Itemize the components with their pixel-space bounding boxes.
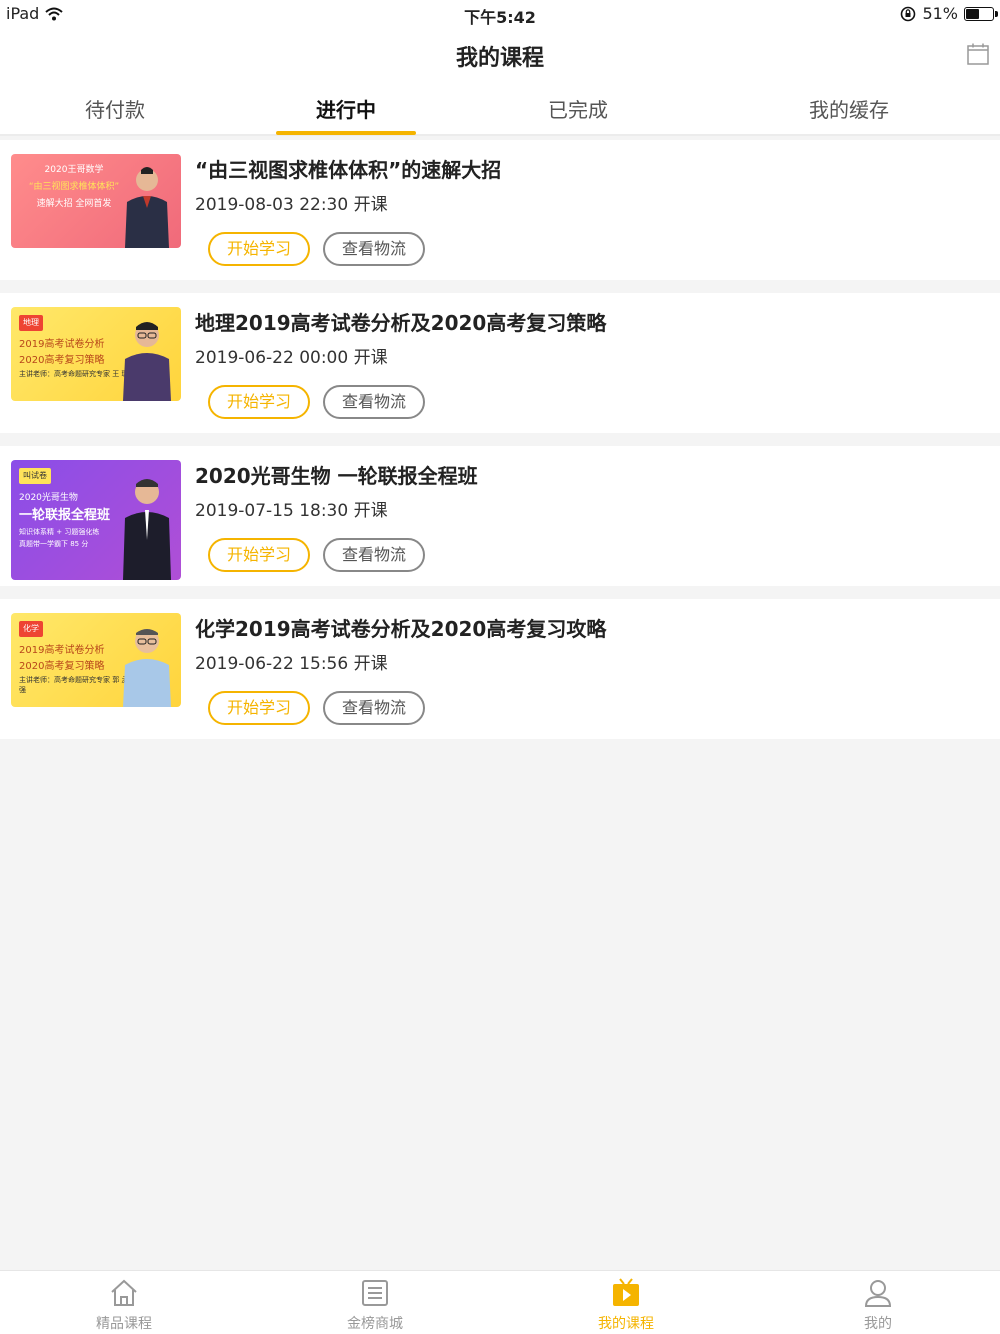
course-card[interactable]: 叫试卷 2020光哥生物 一轮联报全程班 知识体系精 + 习题强化练 真题带一学… — [0, 446, 1000, 586]
orientation-lock-icon — [901, 6, 916, 21]
bottom-tab-label: 金榜商城 — [347, 1316, 403, 1332]
active-tab-indicator — [276, 131, 416, 135]
bottom-tab-label: 精品课程 — [96, 1316, 152, 1332]
thumbnail-text: 叫试卷 2020光哥生物 一轮联报全程班 知识体系精 + 习题强化练 真题带一学… — [19, 468, 129, 550]
course-card[interactable]: 2020王哥数学 “由三视图求椎体体积” 速解大招 全网首发 “由三视图求椎体体… — [0, 140, 1000, 280]
brand-badge: 叫试卷 — [19, 468, 51, 484]
course-thumbnail[interactable]: 地理 2019高考试卷分析 2020高考复习策略 主讲老师：高考命题研究专家 王… — [11, 307, 181, 401]
thumbnail-line: 2019高考试卷分析 — [19, 645, 105, 656]
page-title: 我的课程 — [455, 46, 544, 71]
course-title[interactable]: “由三视图求椎体体积”的速解大招 — [195, 154, 501, 183]
subject-badge: 地理 — [19, 315, 43, 331]
course-title[interactable]: 化学2019高考试卷分析及2020高考复习攻略 — [195, 613, 606, 642]
course-start-time: 2019-06-22 15:56 开课 — [195, 654, 388, 674]
view-logistics-button[interactable]: 查看物流 — [323, 538, 425, 572]
thumbnail-text: 化学 2019高考试卷分析 2020高考复习策略 主讲老师：高考命题研究专家 郭… — [19, 621, 129, 695]
view-logistics-button[interactable]: 查看物流 — [323, 232, 425, 266]
course-start-time: 2019-06-22 00:00 开课 — [195, 348, 388, 368]
status-bar: iPad 下午5:42 51% — [0, 0, 1000, 28]
bottom-tab-bar: 精品课程 金榜商城 我的课程 我的 — [0, 1270, 1000, 1334]
course-thumbnail[interactable]: 2020王哥数学 “由三视图求椎体体积” 速解大招 全网首发 — [11, 154, 181, 248]
play-tv-icon — [613, 1278, 639, 1306]
course-status-tabs: 待付款 进行中 已完成 我的缓存 — [0, 80, 1000, 136]
tab-pending-payment[interactable]: 待付款 — [60, 94, 170, 123]
home-icon — [111, 1279, 137, 1306]
course-title[interactable]: 地理2019高考试卷分析及2020高考复习策略 — [195, 307, 606, 336]
battery-icon — [964, 6, 998, 21]
thumbnail-line: “由三视图求椎体体积” — [28, 182, 120, 192]
thumbnail-line: 2020王哥数学 — [44, 165, 104, 175]
start-learning-button[interactable]: 开始学习 — [208, 538, 310, 572]
course-card[interactable]: 化学 2019高考试卷分析 2020高考复习策略 主讲老师：高考命题研究专家 郭… — [0, 599, 1000, 739]
thumbnail-line: 2020高考复习策略 — [19, 661, 105, 672]
view-logistics-button[interactable]: 查看物流 — [323, 691, 425, 725]
list-icon — [362, 1280, 388, 1306]
calendar-icon[interactable] — [966, 42, 990, 66]
view-logistics-button[interactable]: 查看物流 — [323, 385, 425, 419]
teacher-photo — [123, 629, 171, 707]
thumbnail-line: 速解大招 全网首发 — [36, 199, 112, 209]
thumbnail-line: 2019高考试卷分析 — [19, 339, 105, 350]
nav-bar: 我的课程 — [0, 28, 1000, 80]
thumbnail-text: 2020王哥数学 “由三视图求椎体体积” 速解大招 全网首发 — [19, 162, 129, 213]
subject-badge: 化学 — [19, 621, 43, 637]
course-title[interactable]: 2020光哥生物 一轮联报全程班 — [195, 460, 478, 489]
thumbnail-line: 主讲老师：高考命题研究专家 郭 孟 强 — [19, 676, 129, 694]
bottom-tab-mall[interactable]: 金榜商城 — [315, 1277, 435, 1333]
thumbnail-line: 知识体系精 + 习题强化练 — [19, 528, 100, 536]
battery-percent: 51% — [922, 4, 958, 23]
course-start-time: 2019-07-15 18:30 开课 — [195, 501, 388, 521]
tab-my-cache[interactable]: 我的缓存 — [790, 94, 908, 123]
status-right: 51% — [900, 4, 998, 23]
bottom-tab-label: 我的 — [864, 1316, 892, 1332]
thumbnail-line: 真题带一学霸下 85 分 — [19, 540, 89, 548]
battery-level — [966, 8, 979, 19]
thumbnail-line: 主讲老师：高考命题研究专家 王 璐 — [19, 370, 129, 378]
course-thumbnail[interactable]: 叫试卷 2020光哥生物 一轮联报全程班 知识体系精 + 习题强化练 真题带一学… — [11, 460, 181, 580]
thumbnail-text: 地理 2019高考试卷分析 2020高考复习策略 主讲老师：高考命题研究专家 王… — [19, 315, 129, 379]
teacher-photo — [123, 479, 171, 580]
bottom-tab-premium-courses[interactable]: 精品课程 — [64, 1277, 184, 1333]
thumbnail-line: 2020光哥生物 — [19, 493, 78, 503]
tab-in-progress[interactable]: 进行中 — [290, 94, 402, 123]
tab-completed[interactable]: 已完成 — [522, 94, 634, 123]
thumbnail-line: 2020高考复习策略 — [19, 355, 105, 366]
status-time: 下午5:42 — [464, 8, 536, 27]
bottom-tab-label: 我的课程 — [598, 1316, 654, 1332]
start-learning-button[interactable]: 开始学习 — [208, 385, 310, 419]
person-icon — [864, 1280, 892, 1307]
course-thumbnail[interactable]: 化学 2019高考试卷分析 2020高考复习策略 主讲老师：高考命题研究专家 郭… — [11, 613, 181, 707]
course-card[interactable]: 地理 2019高考试卷分析 2020高考复习策略 主讲老师：高考命题研究专家 王… — [0, 293, 1000, 433]
bottom-tab-profile[interactable]: 我的 — [818, 1277, 938, 1333]
start-learning-button[interactable]: 开始学习 — [208, 691, 310, 725]
course-start-time: 2019-08-03 22:30 开课 — [195, 195, 388, 215]
teacher-photo — [123, 322, 171, 401]
start-learning-button[interactable]: 开始学习 — [208, 232, 310, 266]
teacher-photo — [125, 167, 169, 248]
thumbnail-line: 一轮联报全程班 — [19, 508, 111, 523]
bottom-tab-my-courses[interactable]: 我的课程 — [566, 1277, 686, 1333]
